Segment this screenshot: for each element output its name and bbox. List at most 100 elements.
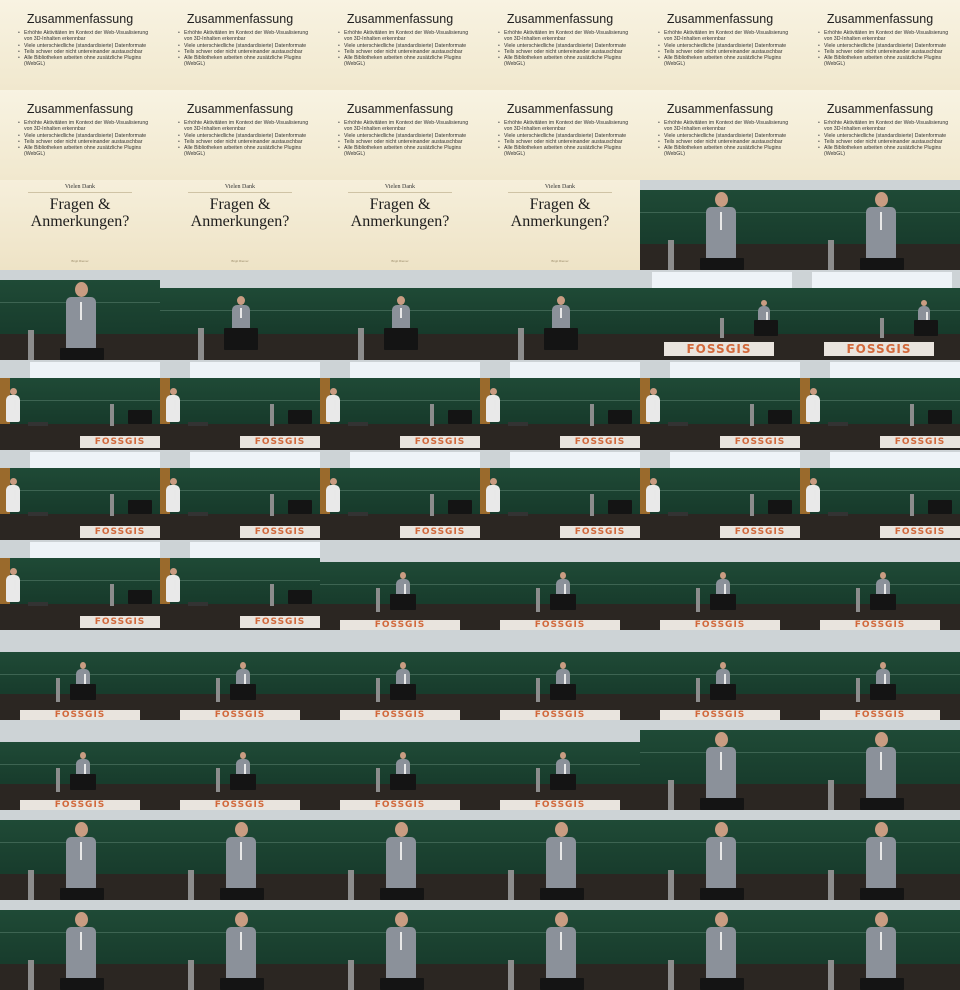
lanyard [560,932,562,950]
lectern [128,410,152,424]
speaker [866,192,896,266]
ceiling [320,720,480,742]
speaker-head [80,752,86,759]
ceiling [800,810,960,820]
speaker [386,912,416,986]
fossgis-banner: FOSSGIS [80,526,160,538]
slide-divider [348,192,452,193]
ceiling [160,900,320,910]
speaker-body [646,395,660,422]
microphone-stand [430,404,434,426]
laptop [668,422,688,426]
lectern [224,328,258,350]
slide-bullets: Erhöhte Aktivitäten im Kontext der Web-V… [498,120,634,158]
lanyard [720,932,722,950]
summary-slide-thumbnail: Zusammenfassung Erhöhte Aktivitäten im K… [160,90,320,180]
lecture-photo-thumbnail: FOSSGIS [480,450,640,540]
lanyard [720,842,722,860]
lanyard [400,932,402,950]
microphone-stand [590,404,594,426]
lanyard [80,932,82,950]
slide-bullet: Alle Bibliotheken arbeiten ohne zusätzli… [178,55,314,68]
ceiling [640,810,800,820]
slide-bullet: Erhöhte Aktivitäten im Kontext der Web-V… [818,120,954,133]
speaker-body [486,395,500,422]
microphone-stand [188,960,194,990]
lecture-photo-thumbnail: FOSSGIS [320,270,480,360]
speaker [706,822,736,896]
speaker-head [720,572,726,579]
speaker [6,568,20,602]
microphone-stand [430,494,434,516]
slide-bullet: Alle Bibliotheken arbeiten ohne zusätzli… [818,145,954,158]
fossgis-banner: FOSSGIS [664,342,774,356]
lecture-photo-thumbnail: FOSSGIS [640,180,800,270]
microphone-stand [188,870,194,900]
fossgis-banner: FOSSGIS [560,526,640,538]
speaker-head [715,732,728,747]
lanyard [240,308,242,318]
microphone-stand [720,318,724,338]
speaker [806,388,820,422]
microphone-stand [696,678,700,702]
lanyard [334,400,336,410]
speaker-head [810,388,817,395]
lanyard [84,674,86,684]
ceiling [640,630,800,652]
lectern [700,258,744,270]
microphone-stand [856,588,860,612]
laptop [188,422,208,426]
microphone-stand [668,780,674,810]
lectern [380,888,424,900]
speaker [226,822,256,896]
lanyard [404,764,406,774]
slide-title: Zusammenfassung [506,12,614,26]
question-line-1: Fragen & [49,196,111,213]
slide-bullet: Alle Bibliotheken arbeiten ohne zusätzli… [18,55,154,68]
microphone-stand [216,768,220,792]
fossgis-banner: FOSSGIS [880,526,960,538]
slide-bullets: Erhöhte Aktivitäten im Kontext der Web-V… [658,30,794,68]
lecture-photo-thumbnail: FOSSGIS [640,900,800,990]
question-line-1: Fragen & [209,196,271,213]
ceiling [160,270,320,288]
speaker-head [80,662,86,669]
lectern [384,328,418,350]
slide-bullets: Erhöhte Aktivitäten im Kontext der Web-V… [18,30,154,68]
lanyard [240,932,242,950]
speaker [6,388,20,422]
speaker-head [330,478,337,485]
slide-header: Vielen Dank [544,184,576,190]
lecture-photo-thumbnail: FOSSGIS [640,810,800,900]
ceiling [480,270,640,288]
microphone-stand [828,960,834,990]
lectern [288,500,312,514]
slide-title: Zusammenfassung [346,12,454,26]
microphone-stand [28,870,34,900]
lecture-photo-thumbnail: FOSSGIS [0,270,160,360]
lectern [288,590,312,604]
ceiling [0,810,160,820]
lecture-photo-thumbnail: FOSSGIS [320,450,480,540]
lecture-photo-thumbnail: FOSSGIS [0,540,160,630]
fossgis-banner: FOSSGIS [340,710,460,720]
lecture-photo-thumbnail: FOSSGIS [160,450,320,540]
slide-bullets: Erhöhte Aktivitäten im Kontext der Web-V… [658,120,794,158]
fossgis-banner: FOSSGIS [180,800,300,810]
lanyard [564,584,566,594]
speaker-head [715,912,728,927]
summary-slide-thumbnail: Zusammenfassung Erhöhte Aktivitäten im K… [640,0,800,90]
lecture-photo-thumbnail: FOSSGIS [320,900,480,990]
lecture-photo-thumbnail: FOSSGIS [0,720,160,810]
speaker-head [75,282,88,297]
lecture-photo-thumbnail: FOSSGIS [480,900,640,990]
lecture-photo-thumbnail: FOSSGIS [800,450,960,540]
speaker [546,912,576,986]
lecture-photo-thumbnail: FOSSGIS [640,270,800,360]
fossgis-banner: FOSSGIS [80,436,160,448]
ceiling [0,630,160,652]
lecture-photo-thumbnail: FOSSGIS [800,360,960,450]
fossgis-banner: FOSSGIS [820,620,940,630]
microphone-stand [198,328,204,360]
questions-slide-thumbnail: Vielen Dank Fragen & Anmerkungen? Birgit… [480,180,640,270]
